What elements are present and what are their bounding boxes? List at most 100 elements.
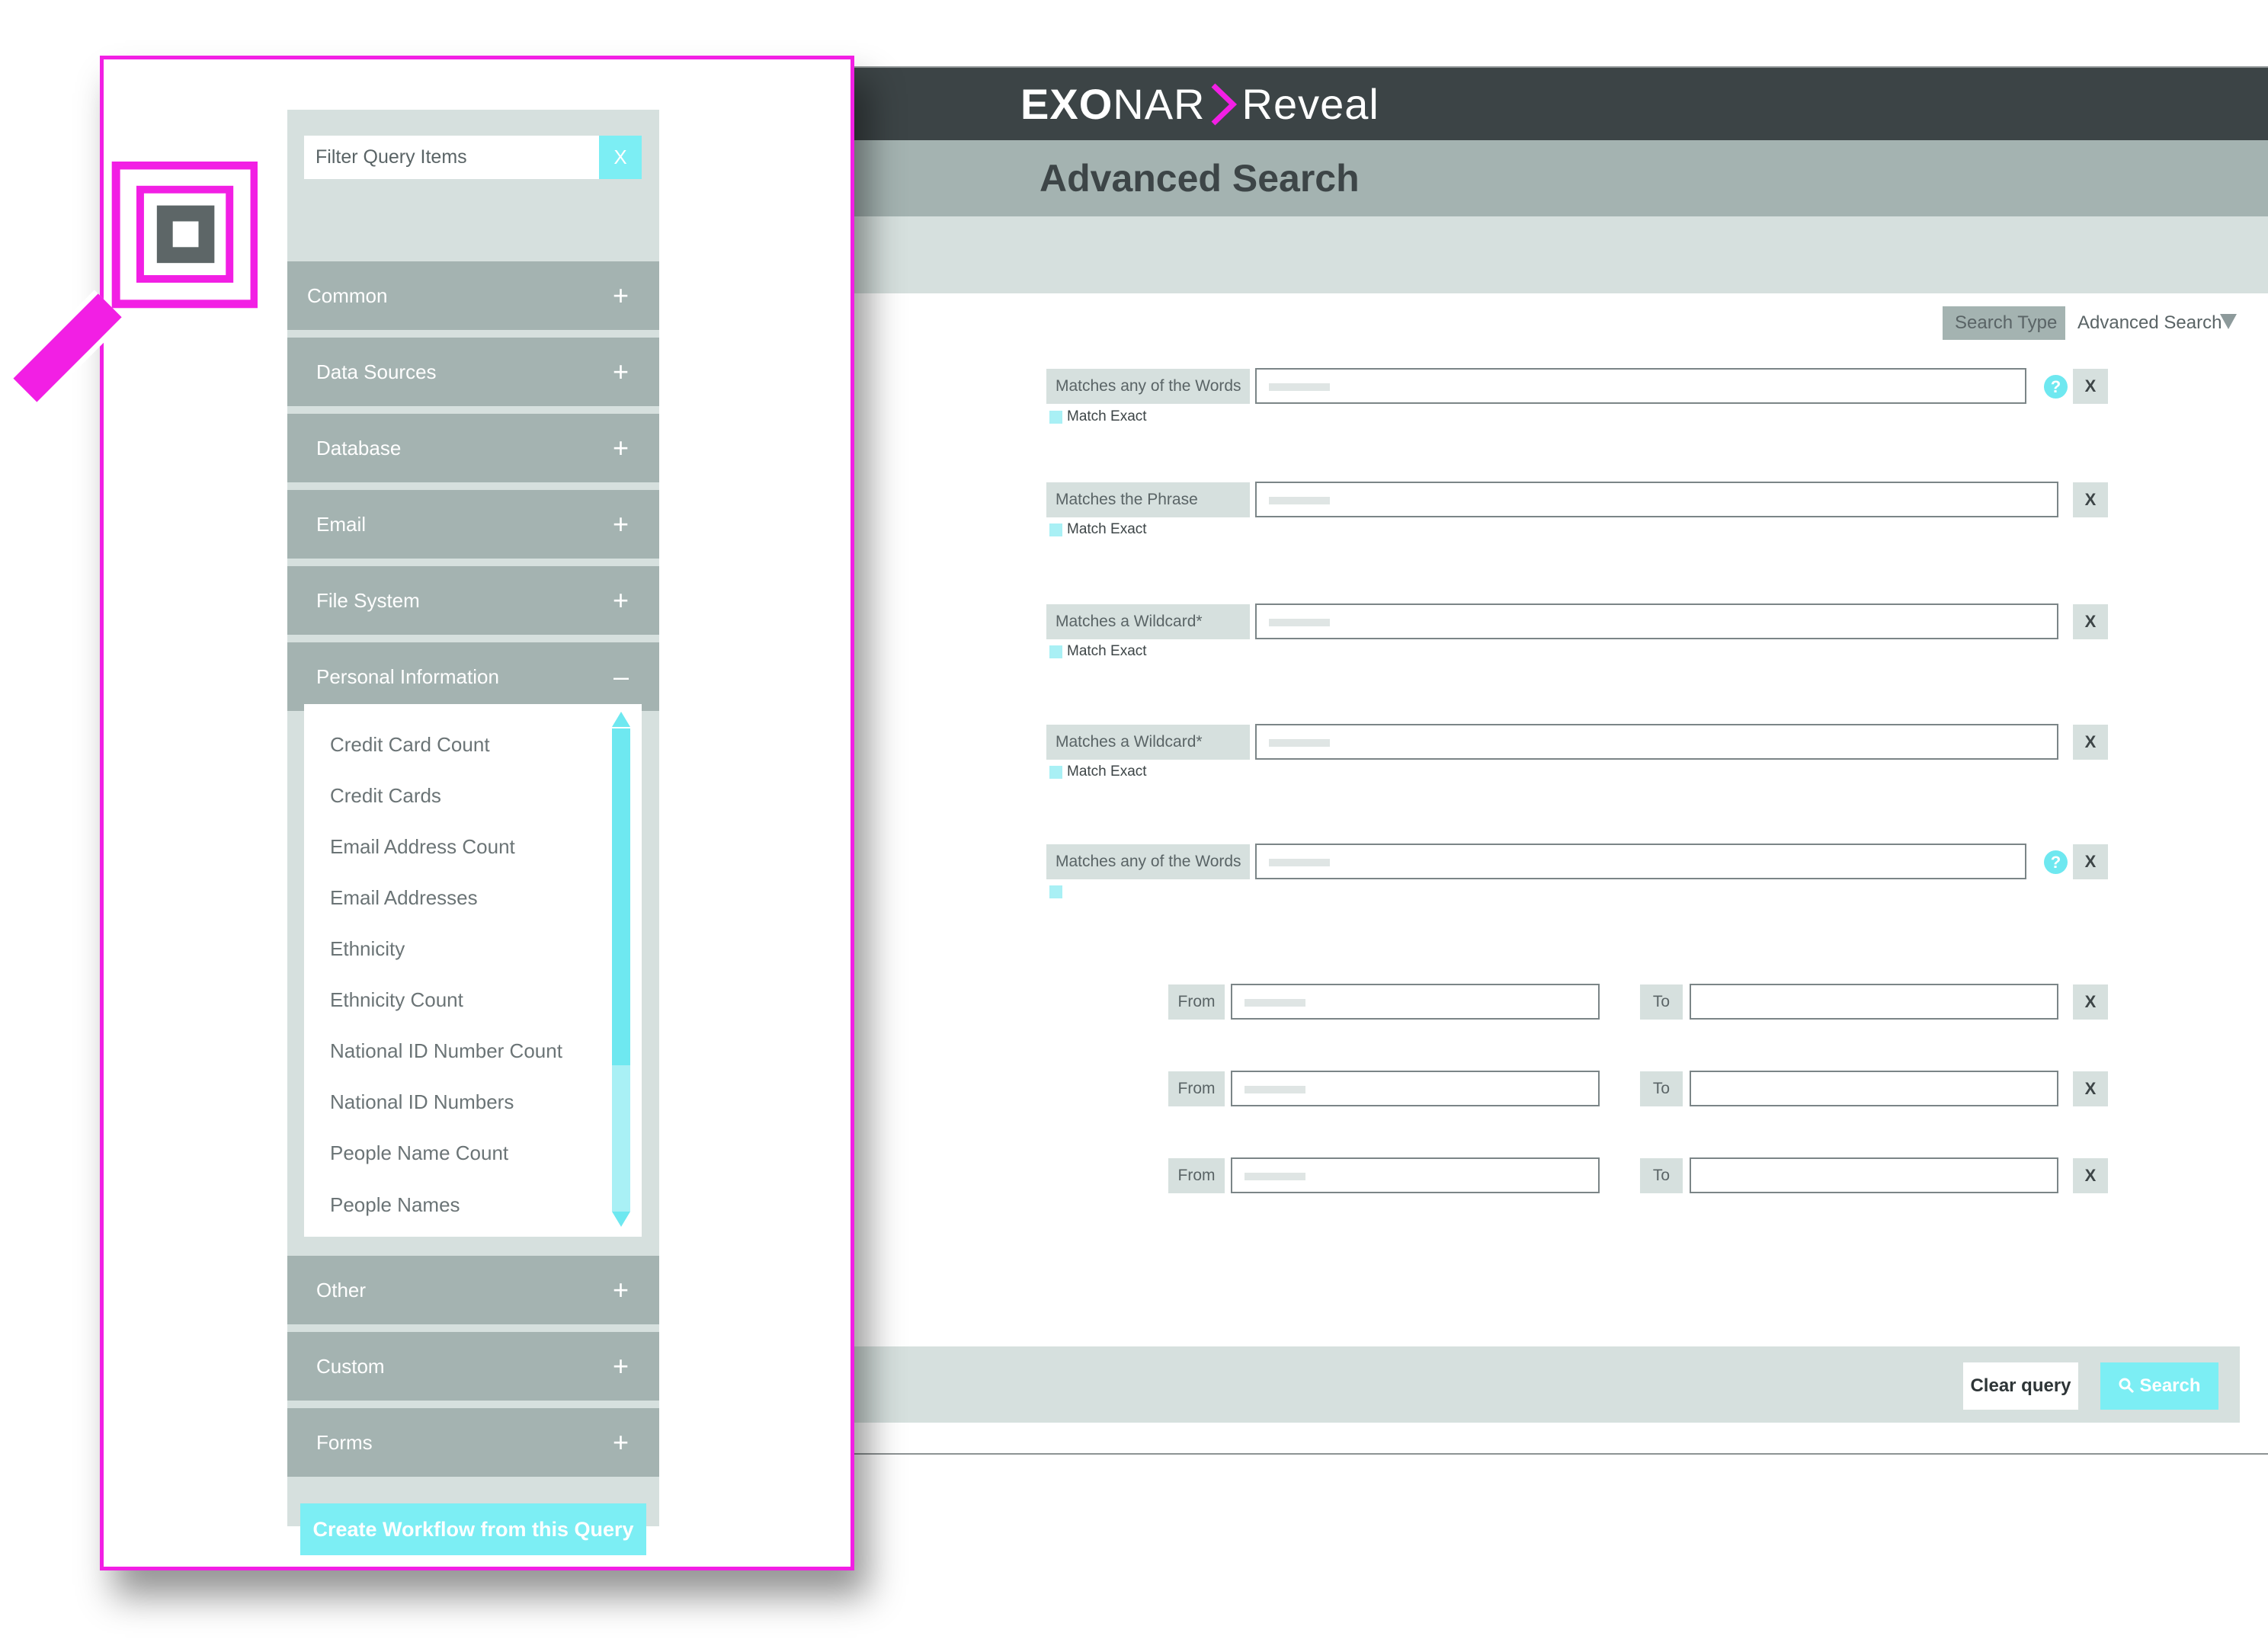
- match-exact-label: Match Exact: [1067, 643, 1147, 659]
- create-workflow-button[interactable]: Create Workflow from this Query: [300, 1503, 646, 1555]
- category-personal-information[interactable]: Personal Information –: [287, 642, 659, 711]
- scrollbar-thumb[interactable]: [612, 728, 630, 1065]
- plus-icon: +: [612, 356, 629, 387]
- remove-rule-button[interactable]: X: [2073, 604, 2108, 639]
- rule-input[interactable]: [1255, 368, 2026, 404]
- range-from-label: From: [1168, 984, 1225, 1020]
- match-exact-checkbox[interactable]: [1049, 523, 1062, 536]
- category-file-system[interactable]: File System +: [287, 566, 659, 635]
- search-type-dropdown[interactable]: Advanced Search: [2065, 306, 2247, 340]
- list-item[interactable]: People Name Count: [330, 1141, 508, 1165]
- range-to-label: To: [1640, 1071, 1683, 1106]
- remove-range-button[interactable]: X: [2073, 1158, 2108, 1193]
- plus-icon: +: [612, 1350, 629, 1381]
- range-from-input[interactable]: [1231, 1157, 1600, 1193]
- range-to-input[interactable]: [1690, 1071, 2058, 1106]
- input-placeholder-bar: [1269, 619, 1330, 626]
- list-item[interactable]: Ethnicity: [330, 937, 405, 961]
- range-to-input[interactable]: [1690, 1157, 2058, 1193]
- list-item[interactable]: Ethnicity Count: [330, 988, 463, 1012]
- category-label: Other: [316, 1279, 367, 1301]
- range-to-label: To: [1640, 984, 1683, 1020]
- personal-information-list: Credit Card Count Credit Cards Email Add…: [304, 704, 642, 1237]
- search-button-label: Search: [2139, 1375, 2201, 1396]
- range-from-input[interactable]: [1231, 1071, 1600, 1106]
- search-type-value: Advanced Search: [2077, 312, 2222, 333]
- rule-input[interactable]: [1255, 603, 2058, 639]
- list-item[interactable]: Email Addresses: [330, 886, 478, 910]
- match-exact-checkbox[interactable]: [1049, 885, 1062, 898]
- plus-icon: +: [612, 432, 629, 463]
- exonar-reveal-logo: EXO NAR Reveal: [1020, 75, 1379, 133]
- title-bar: Advanced Search: [851, 140, 2268, 216]
- filter-query-items-input[interactable]: Filter Query Items: [304, 136, 599, 179]
- match-exact-label: Match Exact: [1067, 764, 1147, 780]
- list-item[interactable]: People Names: [330, 1193, 460, 1217]
- category-label: Custom: [316, 1355, 385, 1378]
- remove-range-button[interactable]: X: [2073, 1071, 2108, 1106]
- logo-nar: NAR: [1113, 80, 1206, 128]
- category-label: Personal Information: [316, 665, 499, 688]
- remove-rule-button[interactable]: X: [2073, 844, 2108, 879]
- help-icon[interactable]: ?: [2044, 850, 2068, 874]
- input-placeholder-bar: [1269, 859, 1330, 866]
- category-data-sources[interactable]: Data Sources +: [287, 338, 659, 406]
- category-label: Common: [307, 284, 388, 307]
- plus-icon: +: [612, 584, 629, 616]
- range-from-input[interactable]: [1231, 984, 1600, 1020]
- list-item[interactable]: Email Address Count: [330, 835, 515, 859]
- plus-icon: +: [612, 280, 629, 311]
- rule-label: Matches any of the Words: [1046, 844, 1250, 879]
- category-database[interactable]: Database +: [287, 414, 659, 482]
- range-from-label: From: [1168, 1158, 1225, 1193]
- top-bar: EXO NAR Reveal: [851, 68, 2268, 140]
- search-button[interactable]: Search: [2100, 1362, 2218, 1410]
- category-forms[interactable]: Forms +: [287, 1408, 659, 1477]
- plus-icon: +: [612, 508, 629, 539]
- rule-input[interactable]: [1255, 724, 2058, 760]
- category-label: Database: [316, 437, 402, 459]
- remove-range-button[interactable]: X: [2073, 984, 2108, 1020]
- rule-input[interactable]: [1255, 844, 2026, 879]
- rule-label: Matches a Wildcard*: [1046, 604, 1250, 639]
- rule-input[interactable]: [1255, 482, 2058, 517]
- category-custom[interactable]: Custom +: [287, 1332, 659, 1401]
- dropdown-triangle-icon: [2220, 314, 2237, 329]
- remove-rule-button[interactable]: X: [2073, 725, 2108, 760]
- list-item[interactable]: National ID Number Count: [330, 1039, 562, 1063]
- match-exact-checkbox[interactable]: [1049, 766, 1062, 779]
- filter-clear-button[interactable]: X: [599, 136, 642, 179]
- match-exact-label: Match Exact: [1067, 408, 1147, 424]
- input-placeholder-bar: [1269, 383, 1330, 391]
- category-email[interactable]: Email +: [287, 490, 659, 559]
- rule-label: Matches the Phrase: [1046, 482, 1250, 517]
- match-exact-checkbox[interactable]: [1049, 411, 1062, 424]
- scroll-down-icon[interactable]: [612, 1212, 630, 1227]
- scrollbar-track[interactable]: [612, 728, 630, 1212]
- category-label: Email: [316, 513, 367, 536]
- clear-query-button[interactable]: Clear query: [1963, 1362, 2078, 1410]
- category-common[interactable]: Common +: [287, 261, 659, 330]
- match-exact-label: Match Exact: [1067, 521, 1147, 537]
- list-item[interactable]: Credit Card Count: [330, 733, 490, 757]
- search-icon: [2119, 1378, 2135, 1394]
- list-item[interactable]: Credit Cards: [330, 784, 441, 808]
- category-label: Forms: [316, 1431, 373, 1454]
- input-placeholder-bar: [1269, 497, 1330, 504]
- remove-rule-button[interactable]: X: [2073, 482, 2108, 517]
- plus-icon: +: [612, 1426, 629, 1458]
- range-to-input[interactable]: [1690, 984, 2058, 1020]
- remove-rule-button[interactable]: X: [2073, 369, 2108, 404]
- category-other[interactable]: Other +: [287, 1256, 659, 1324]
- logo-exo: EXO: [1020, 80, 1113, 128]
- plus-icon: +: [612, 1274, 629, 1305]
- advanced-search-window: EXO NAR Reveal Advanced Search Search Typ…: [850, 66, 2268, 1455]
- minus-icon: –: [613, 661, 629, 692]
- category-label: Data Sources: [316, 360, 437, 383]
- help-icon[interactable]: ?: [2044, 375, 2068, 399]
- scroll-up-icon[interactable]: [612, 712, 630, 727]
- page-title: Advanced Search: [1040, 157, 1360, 200]
- match-exact-checkbox[interactable]: [1049, 645, 1062, 658]
- search-type-bar: Search Type Advanced Search: [851, 216, 2268, 340]
- list-item[interactable]: National ID Numbers: [330, 1090, 514, 1114]
